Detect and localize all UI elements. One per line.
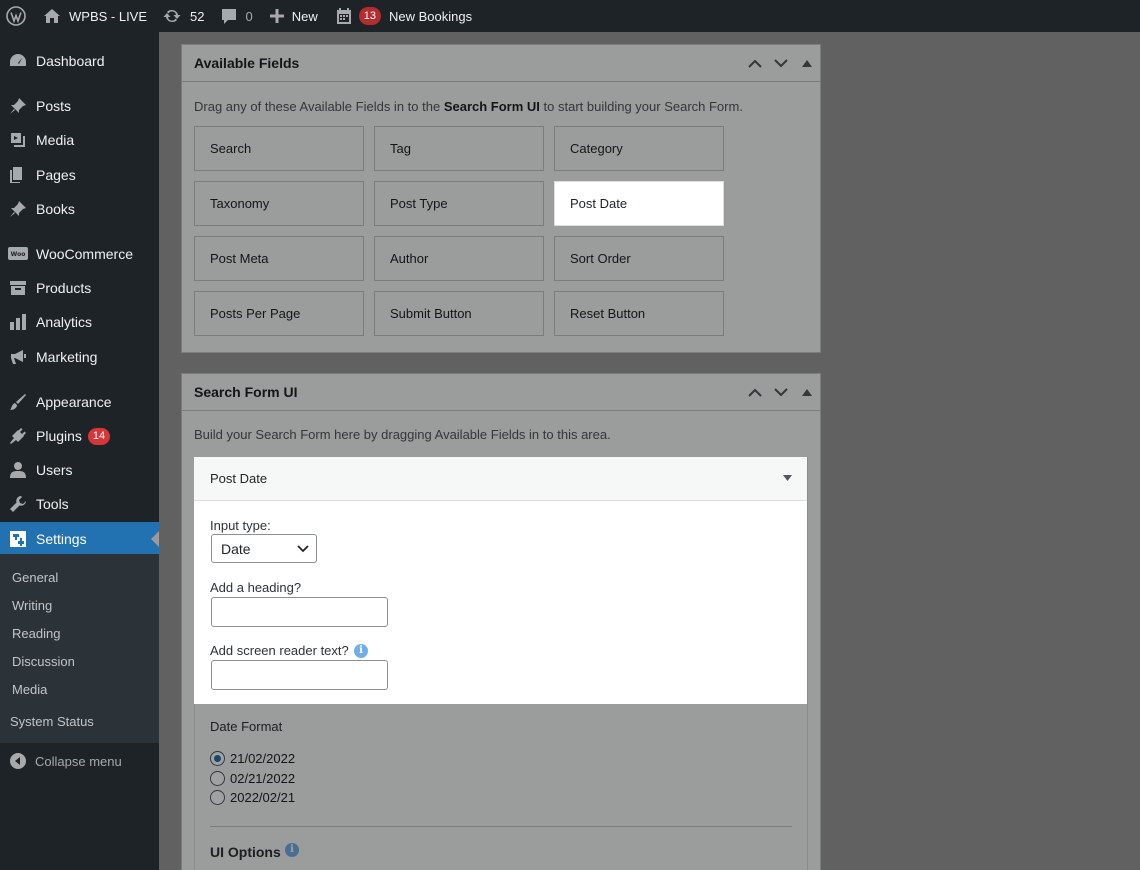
plugin-icon (10, 428, 26, 444)
comment-icon (221, 8, 236, 24)
plus-icon (269, 9, 284, 23)
new-content-menu[interactable]: New (260, 0, 325, 32)
sidebar-item-label: Settings (36, 531, 87, 547)
collapse-menu-label: Collapse menu (35, 753, 122, 769)
sidebar-item-label: Media (36, 132, 75, 148)
sidebar-item-label: Dashboard (36, 53, 105, 69)
submenu-item-discussion[interactable]: Discussion (12, 654, 75, 669)
sidebar-item-users[interactable]: Users (0, 453, 159, 487)
sidebar-item-products[interactable]: Products (0, 271, 159, 305)
sidebar-item-books[interactable]: Books (0, 192, 159, 226)
wordpress-icon (6, 6, 26, 26)
svg-text:Woo: Woo (11, 251, 26, 258)
updates-count: 52 (190, 8, 205, 24)
sidebar-item-label: Users (36, 462, 73, 478)
sidebar-item-label: Products (36, 280, 92, 296)
comments-menu[interactable]: 0 (212, 0, 260, 32)
sidebar-item-label: Analytics (36, 314, 93, 330)
updates-menu[interactable]: 52 (154, 0, 211, 32)
comments-count: 0 (245, 8, 253, 24)
home-icon (44, 9, 60, 23)
sidebar-item-settings[interactable]: Settings (0, 522, 159, 556)
sidebar-item-label: Plugins (36, 428, 82, 444)
archive-icon (10, 281, 26, 295)
dashboard-icon (10, 54, 26, 66)
plugins-update-badge: 14 (87, 427, 111, 445)
pushpin-icon (10, 201, 26, 217)
updates-icon (163, 9, 181, 23)
sidebar-item-label: WooCommerce (36, 246, 133, 262)
wp-logo-menu[interactable] (0, 0, 33, 32)
input-type-value: Date (221, 540, 251, 557)
collapse-arrow-icon (9, 753, 26, 769)
post-date-field-title: Post Date (210, 471, 268, 486)
bookings-menu[interactable]: 13 New Bookings (325, 0, 479, 32)
woocommerce-icon: Woo (8, 247, 28, 260)
sidebar-item-media[interactable]: Media (0, 123, 159, 157)
admin-bar: WPBS - LIVE 52 0 New 13 New Bookings (0, 0, 1140, 32)
sidebar-item-appearance[interactable]: Appearance (0, 385, 159, 419)
heading-label: Add a heading? (210, 580, 302, 595)
sidebar-item-label: Posts (36, 98, 72, 114)
triangle-down-icon[interactable] (783, 475, 792, 481)
sidebar-item-analytics[interactable]: Analytics (0, 305, 159, 339)
sidebar-item-posts[interactable]: Posts (0, 89, 159, 123)
sidebar-item-label: Books (36, 201, 75, 217)
calendar-icon (336, 8, 351, 24)
modal-overlay (159, 32, 1140, 870)
sidebar-item-dashboard[interactable]: Dashboard (0, 44, 159, 78)
screen-reader-input[interactable] (211, 660, 388, 690)
sidebar-item-woocommerce[interactable]: Woo WooCommerce (0, 237, 159, 271)
current-menu-arrow (151, 531, 159, 547)
input-type-label: Input type: (210, 518, 271, 533)
info-icon[interactable]: i (354, 644, 368, 658)
sidebar-item-label: Tools (36, 496, 69, 512)
chart-bar-icon (10, 314, 26, 330)
sidebar-item-plugins[interactable]: Plugins 14 (0, 419, 159, 453)
submenu-item-media[interactable]: Media (12, 682, 47, 697)
submenu-item-system-status[interactable]: System Status (10, 714, 94, 729)
wrench-icon (10, 496, 26, 512)
sidebar-item-label: Marketing (36, 349, 98, 365)
heading-input[interactable] (211, 597, 388, 627)
site-name-menu[interactable]: WPBS - LIVE (33, 0, 154, 32)
submenu-item-writing[interactable]: Writing (12, 598, 52, 613)
sidebar-item-marketing[interactable]: Marketing (0, 340, 159, 374)
site-name: WPBS - LIVE (69, 8, 148, 24)
collapse-menu-button[interactable]: Collapse menu (0, 744, 159, 778)
settings-submenu: General Writing Reading Discussion Media… (0, 554, 159, 743)
paintbrush-icon (10, 394, 26, 410)
sidebar-item-tools[interactable]: Tools (0, 487, 159, 521)
sidebar-item-pages[interactable]: Pages (0, 158, 159, 192)
field-post-date[interactable]: Post Date (554, 181, 724, 226)
screen-reader-label: Add screen reader text? (210, 643, 349, 658)
settings-icon (10, 531, 26, 547)
post-date-field-header[interactable]: Post Date (194, 457, 807, 501)
bookings-label: New Bookings (389, 8, 473, 24)
chevron-down-icon (297, 545, 309, 553)
submenu-item-general[interactable]: General (12, 570, 58, 585)
pages-icon (10, 167, 22, 183)
admin-sidebar: Dashboard Posts Media Pages Books Woo Wo… (0, 32, 159, 870)
new-label: New (291, 8, 318, 24)
megaphone-icon (11, 350, 26, 364)
sidebar-item-label: Appearance (36, 394, 112, 410)
submenu-item-reading[interactable]: Reading (12, 626, 60, 641)
sidebar-item-label: Pages (36, 167, 76, 183)
bookings-count-badge: 13 (358, 7, 381, 25)
pushpin-icon (10, 98, 26, 114)
media-icon (11, 133, 25, 147)
input-type-select[interactable]: Date (211, 534, 317, 563)
user-icon (10, 462, 26, 478)
